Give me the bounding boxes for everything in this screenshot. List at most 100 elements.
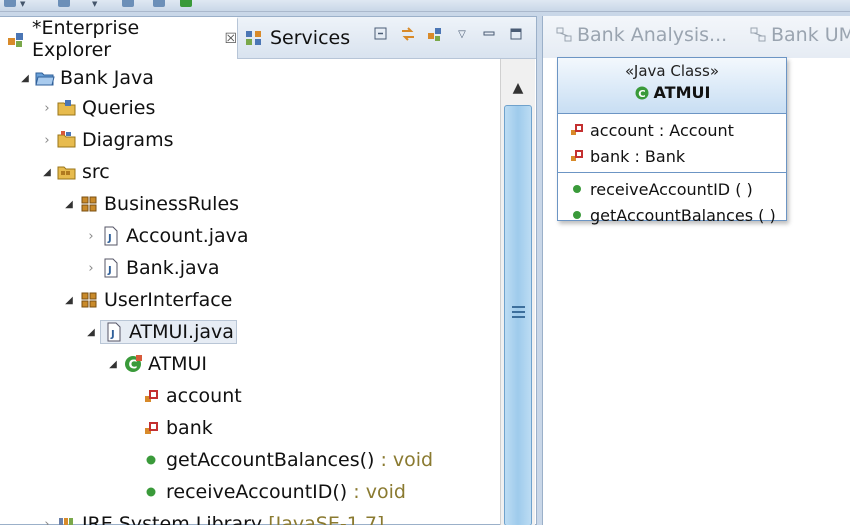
collapsed-arrow-icon[interactable]: ›: [38, 101, 56, 116]
tree-item-atmui-class[interactable]: ◢ C ATMUI: [104, 349, 207, 379]
uml-operations-compartment: receiveAccountID ( ) getAccountBalances …: [558, 173, 786, 231]
tree-item-label: UserInterface: [104, 289, 233, 311]
editor-tab-bar: Bank Analysis... Bank UM: [543, 16, 850, 58]
queries-folder-icon: [56, 97, 78, 119]
toolbar-icon[interactable]: [4, 0, 16, 7]
java-file-icon: J: [100, 257, 122, 279]
services-icon: [244, 28, 264, 48]
public-method-icon: [568, 206, 586, 224]
java-file-icon: J: [103, 321, 125, 343]
project-folder-icon: [34, 67, 56, 89]
collapsed-arrow-icon[interactable]: ›: [38, 517, 56, 525]
top-toolbar-strip: ▼ ▼: [0, 0, 850, 12]
uml-attribute-label: bank : Bank: [590, 146, 686, 166]
svg-text:C: C: [638, 89, 645, 100]
dropdown-arrow-icon[interactable]: ▼: [20, 0, 25, 8]
uml-class-name[interactable]: C ATMUI: [558, 83, 786, 102]
tree-item-label: JRE System Library: [82, 513, 263, 525]
dropdown-arrow-icon[interactable]: ▼: [92, 0, 97, 8]
tab-label: Bank Analysis...: [577, 24, 728, 46]
tree-item-userinterface[interactable]: ◢ UserInterface: [60, 285, 232, 315]
expanded-arrow-icon[interactable]: ◢: [82, 327, 100, 338]
tab-bank-uml[interactable]: Bank UM: [749, 24, 850, 46]
maximize-icon[interactable]: [507, 25, 525, 43]
run-icon[interactable]: [180, 0, 192, 7]
uml-operation[interactable]: getAccountBalances ( ): [568, 202, 786, 228]
tab-bank-analysis[interactable]: Bank Analysis...: [555, 24, 727, 46]
tab-services[interactable]: Services: [240, 17, 360, 59]
tab-enterprise-explorer-label: *Enterprise Explorer: [32, 17, 140, 61]
tree-item-field-bank[interactable]: bank: [140, 413, 213, 443]
diagram-tab-icon: [555, 26, 573, 44]
enterprise-explorer-icon: [6, 29, 26, 49]
selected-item: J ATMUI.java: [100, 320, 237, 344]
diagrams-folder-icon: [56, 129, 78, 151]
tree-item-label: account: [166, 385, 242, 407]
tree-item-diagrams[interactable]: › Diagrams: [38, 125, 173, 155]
tree-item-atmui-java[interactable]: ◢ J ATMUI.java: [82, 317, 237, 347]
uml-attribute[interactable]: account : Account: [568, 117, 786, 143]
tree-item-businessrules[interactable]: ◢ BusinessRules: [60, 189, 239, 219]
filter-icon[interactable]: [426, 25, 444, 43]
uml-class-box[interactable]: «Java Class» C ATMUI account : Account b…: [557, 57, 787, 225]
collapse-all-icon[interactable]: [372, 25, 390, 43]
tree-item-label: Account.java: [126, 225, 249, 247]
library-icon: [56, 513, 78, 525]
link-with-editor-icon[interactable]: [399, 25, 417, 43]
collapsed-arrow-icon[interactable]: ›: [82, 229, 100, 244]
expanded-arrow-icon[interactable]: ◢: [16, 73, 34, 84]
private-field-icon: [140, 417, 162, 439]
tree-item-method-getaccountbalances[interactable]: getAccountBalances() : void: [140, 445, 433, 475]
view-menu-icon[interactable]: ▽: [453, 25, 471, 43]
tab-services-label: Services: [270, 27, 351, 49]
tree-item-field-account[interactable]: account: [140, 381, 242, 411]
tree-item-queries[interactable]: › Queries: [38, 93, 155, 123]
tree-item-bank-java-file[interactable]: › J Bank.java: [82, 253, 219, 283]
vertical-scrollbar[interactable]: ▲: [500, 59, 535, 525]
uml-operation-label: receiveAccountID ( ): [590, 179, 753, 199]
close-tab-icon[interactable]: ☒: [224, 31, 237, 47]
scrollbar-thumb[interactable]: [504, 105, 532, 525]
private-field-icon: [140, 385, 162, 407]
explorer-tab-bar: *Enterprise Explorer ☒ Services ▽: [0, 17, 536, 61]
class-icon: C: [634, 85, 650, 101]
tree-item-method-receiveaccountid[interactable]: receiveAccountID() : void: [140, 477, 406, 507]
return-type: : void: [347, 481, 406, 503]
expanded-arrow-icon[interactable]: ◢: [60, 295, 78, 306]
svg-text:J: J: [110, 329, 115, 340]
uml-class-header: «Java Class» C ATMUI: [558, 58, 786, 114]
tab-enterprise-explorer[interactable]: *Enterprise Explorer ☒: [0, 17, 238, 61]
toolbar-icon[interactable]: [153, 0, 165, 7]
tree-item-src[interactable]: ◢ src: [38, 157, 110, 187]
tree-item-label: Bank Java: [60, 67, 154, 89]
scroll-up-arrow-icon[interactable]: ▲: [501, 73, 535, 103]
toolbar-icon[interactable]: [58, 0, 70, 7]
uml-operation-label: getAccountBalances ( ): [590, 205, 776, 225]
expanded-arrow-icon[interactable]: ◢: [104, 359, 122, 370]
svg-text:J: J: [107, 233, 112, 244]
minimize-icon[interactable]: [480, 25, 498, 43]
source-folder-icon: [56, 161, 78, 183]
tree-item-bank-java[interactable]: ◢ Bank Java: [16, 63, 154, 93]
tree-item-label: bank: [166, 417, 213, 439]
tree-item-account-java[interactable]: › J Account.java: [82, 221, 249, 251]
tree-item-label: receiveAccountID(): [166, 481, 348, 503]
diagram-editor: Bank Analysis... Bank UM «Java Class» C …: [542, 16, 850, 525]
tree-item-label: ATMUI: [148, 353, 208, 375]
tree-item-jre-library[interactable]: › JRE System Library [JavaSE-1.7]: [38, 509, 384, 525]
public-method-icon: [568, 180, 586, 198]
tree-item-label: src: [82, 161, 110, 183]
uml-operation[interactable]: receiveAccountID ( ): [568, 176, 786, 202]
collapsed-arrow-icon[interactable]: ›: [82, 261, 100, 276]
tab-label: Bank UM: [771, 24, 850, 46]
toolbar-icon[interactable]: [122, 0, 134, 7]
library-version: [JavaSE-1.7]: [262, 513, 385, 525]
expanded-arrow-icon[interactable]: ◢: [60, 199, 78, 210]
public-method-icon: [140, 481, 162, 503]
collapsed-arrow-icon[interactable]: ›: [38, 133, 56, 148]
class-icon: C: [122, 353, 144, 375]
tree-item-label: Queries: [82, 97, 156, 119]
expanded-arrow-icon[interactable]: ◢: [38, 167, 56, 178]
tree-item-label: BusinessRules: [104, 193, 240, 215]
uml-attribute[interactable]: bank : Bank: [568, 143, 786, 169]
